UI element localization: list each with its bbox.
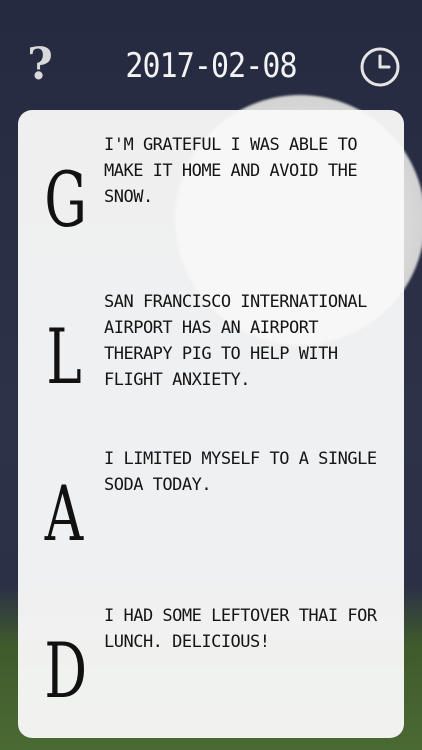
question-icon[interactable]: ? xyxy=(22,40,58,90)
top-bar: ? 2017-02-08 xyxy=(0,0,422,110)
entry-text[interactable]: I'm grateful I was able to make it home … xyxy=(104,132,389,210)
entry-a: A I limited myself to a single soda toda… xyxy=(18,424,404,581)
entry-text[interactable]: San Francisco International Airport has … xyxy=(104,289,389,393)
entry-l: L San Francisco International Airport ha… xyxy=(18,267,404,424)
entry-g: G I'm grateful I was able to make it hom… xyxy=(18,110,404,267)
entry-letter: D xyxy=(44,626,88,715)
entry-text[interactable]: I had some leftover Thai for lunch. Deli… xyxy=(104,603,389,655)
entry-text[interactable]: I limited myself to a single soda today. xyxy=(104,446,389,498)
entry-d: D I had some leftover Thai for lunch. De… xyxy=(18,581,404,738)
date-title: 2017-02-08 xyxy=(125,46,297,86)
entry-letter: A xyxy=(44,469,84,558)
entry-letter: G xyxy=(44,155,87,244)
glad-card: G I'm grateful I was able to make it hom… xyxy=(18,110,404,738)
entry-letter: L xyxy=(46,312,82,401)
clock-icon[interactable] xyxy=(358,45,402,89)
